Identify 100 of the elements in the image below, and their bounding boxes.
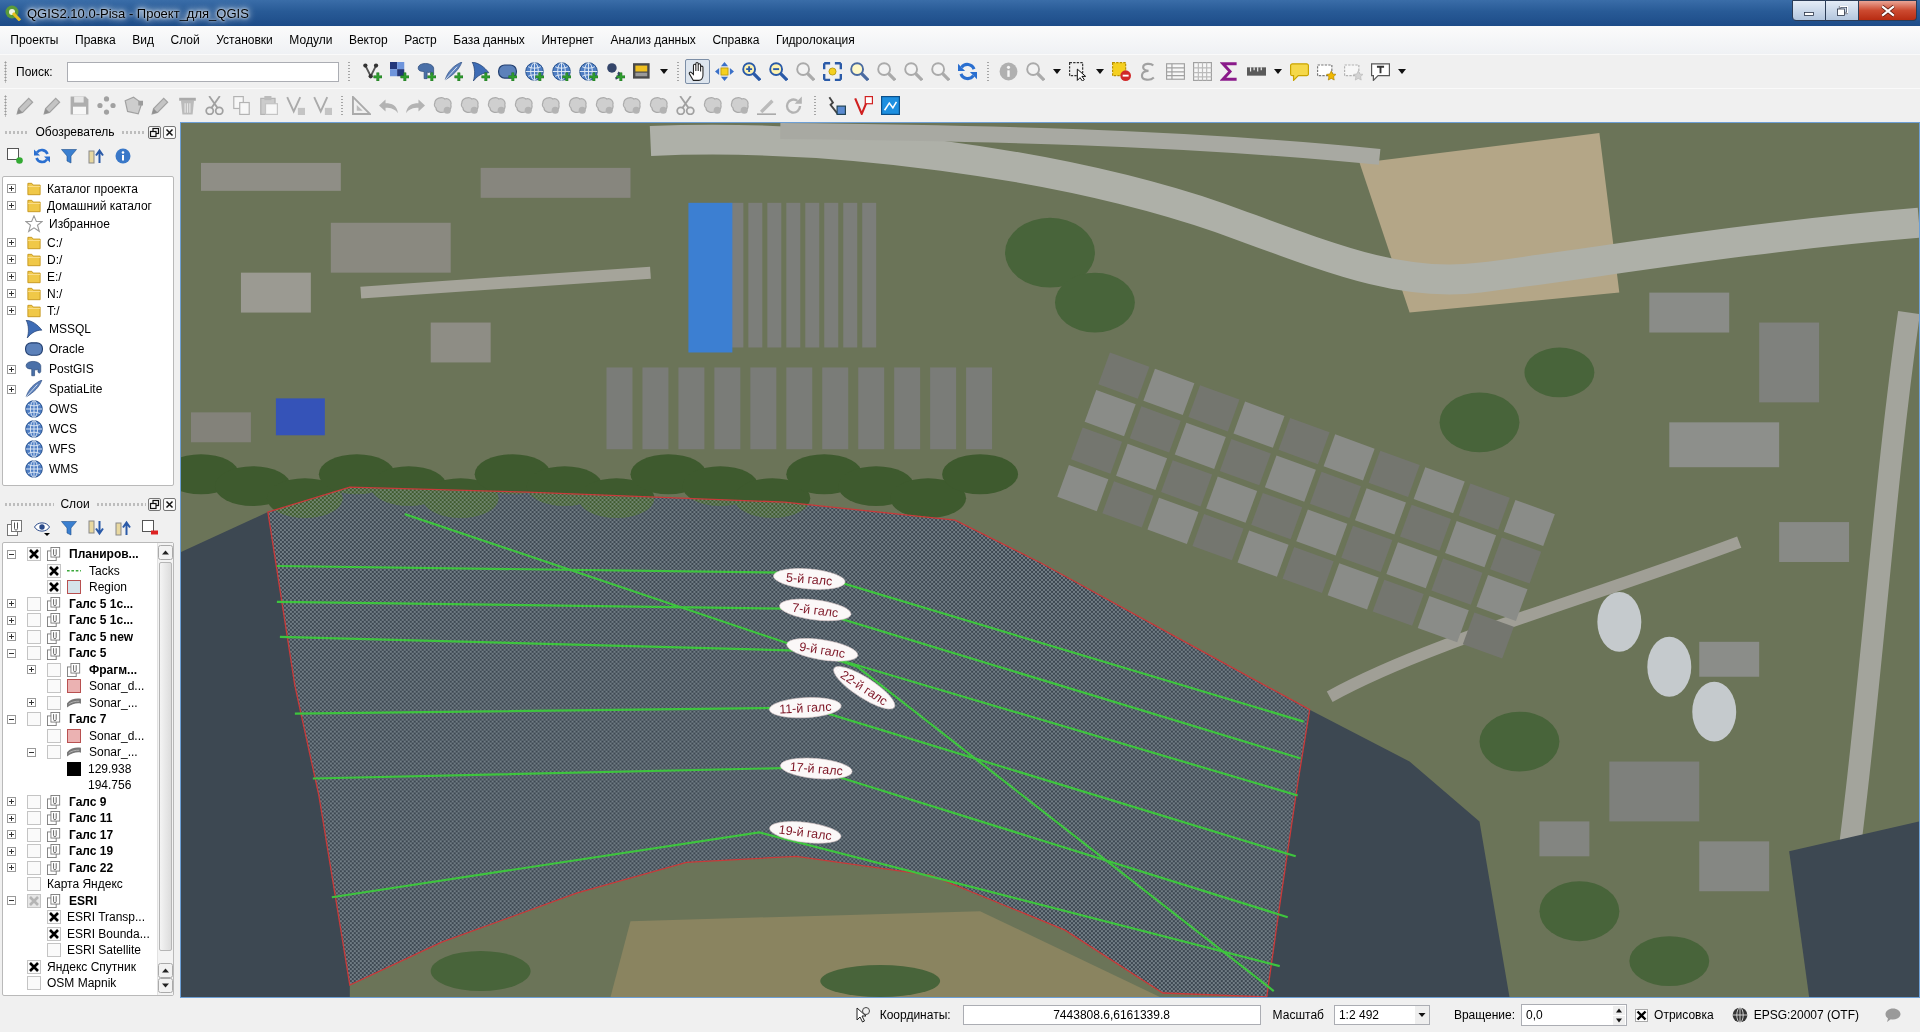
plus-box-icon[interactable] <box>7 846 16 856</box>
layer-name[interactable]: ESRI Transp... <box>67 910 146 925</box>
plus-box-icon[interactable] <box>7 184 16 193</box>
layer-name[interactable]: Sonar_d... <box>89 728 145 743</box>
checkbox[interactable] <box>1635 1008 1649 1022</box>
layer-name[interactable]: ESRI Satellite <box>67 943 142 958</box>
layer-name[interactable]: Sonar_... <box>89 695 138 710</box>
browser-item[interactable]: SpatiaLite <box>49 382 103 396</box>
layer-name[interactable]: Галс 11 <box>69 811 113 826</box>
layer-name[interactable]: Карта Яндекс <box>47 877 123 892</box>
browser-item[interactable]: WCS <box>49 422 77 436</box>
chart-square-icon[interactable] <box>881 96 900 115</box>
checkbox[interactable] <box>27 959 41 974</box>
layer-name[interactable]: Галс 19 <box>69 844 114 859</box>
browser-item[interactable]: MSSQL <box>49 322 91 336</box>
menu-item[interactable]: Интернет <box>533 30 603 50</box>
restore-button[interactable] <box>1826 0 1859 21</box>
checkbox[interactable] <box>27 613 41 628</box>
cursor-icon[interactable] <box>853 1007 870 1023</box>
browser-item[interactable]: Oracle <box>49 342 85 356</box>
checkbox[interactable] <box>47 728 61 743</box>
zigzag-square-icon[interactable] <box>827 96 846 115</box>
plus-box-icon[interactable] <box>7 201 16 210</box>
checkbox-label[interactable]: Отрисовка <box>1654 1008 1714 1022</box>
eye-icon[interactable] <box>34 520 50 536</box>
plus-box-icon[interactable] <box>7 364 16 374</box>
caret-icon[interactable] <box>660 69 668 74</box>
checkbox[interactable] <box>27 646 41 661</box>
menu-item[interactable]: Модули <box>281 30 341 50</box>
minimize-button[interactable] <box>1792 0 1826 21</box>
menu-item[interactable]: База данных <box>445 30 534 50</box>
globe-plus-icon[interactable] <box>552 62 571 81</box>
plus-box-icon[interactable] <box>7 238 16 247</box>
text-bubble-icon[interactable] <box>1371 62 1390 81</box>
globe-plus-icon[interactable] <box>579 62 598 81</box>
caret-icon[interactable] <box>1398 69 1406 74</box>
checkbox[interactable] <box>47 745 61 760</box>
menu-item[interactable]: Анализ данных <box>602 30 705 50</box>
layer-name[interactable]: Sonar_d... <box>89 679 145 694</box>
coordinates-field[interactable]: 7443808.6,6161339.8 <box>962 1005 1261 1025</box>
layer-name[interactable]: Region <box>89 580 128 595</box>
funnel-icon[interactable] <box>61 148 77 164</box>
plus-box-icon[interactable] <box>7 272 16 281</box>
down-arrow-icon[interactable] <box>1613 1016 1626 1025</box>
plus-box-icon[interactable] <box>7 306 16 315</box>
checkbox[interactable] <box>47 943 61 958</box>
checkbox[interactable] <box>27 844 41 859</box>
up-arrow-icon[interactable] <box>1613 1006 1626 1015</box>
funnel-icon[interactable] <box>61 520 77 536</box>
close-icon[interactable] <box>163 125 176 139</box>
checkbox[interactable] <box>47 662 61 677</box>
checkbox[interactable] <box>47 679 61 694</box>
plus-box-icon[interactable] <box>7 615 16 625</box>
plus-box-icon[interactable] <box>27 665 36 675</box>
elephant-plus-icon[interactable] <box>417 62 436 81</box>
checkbox[interactable] <box>27 794 41 809</box>
plus-box-icon[interactable] <box>7 797 16 807</box>
layer-name[interactable]: Яндекс Спутник <box>47 959 136 974</box>
undock-icon[interactable] <box>148 125 161 139</box>
magnifier-icon[interactable] <box>850 62 869 81</box>
add-square-icon[interactable] <box>7 148 23 164</box>
globe-icon[interactable] <box>1731 1007 1748 1023</box>
close-button[interactable] <box>1859 0 1917 21</box>
v-shape-plus-icon[interactable] <box>363 62 382 81</box>
plus-box-icon[interactable] <box>7 599 16 609</box>
feather-plus-icon[interactable] <box>444 62 463 81</box>
menu-item[interactable]: Слой <box>162 30 208 50</box>
menu-item[interactable]: Справка <box>704 30 768 50</box>
scrollbar[interactable] <box>157 543 173 995</box>
checkbox[interactable] <box>27 877 41 892</box>
expand-all-icon[interactable] <box>88 520 104 536</box>
collapse-all-icon[interactable] <box>88 148 104 164</box>
plus-box-icon[interactable] <box>7 632 16 642</box>
browser-item[interactable]: T:/ <box>47 303 60 318</box>
layer-name[interactable]: Галс 5 1с... <box>69 613 134 628</box>
info-icon[interactable] <box>115 148 131 164</box>
comma-plus-icon[interactable] <box>606 62 625 81</box>
minus-box-icon[interactable] <box>27 747 36 757</box>
browser-item[interactable]: WFS <box>49 442 76 456</box>
layer-name[interactable]: Галс 22 <box>69 860 114 875</box>
panel-bars-icon[interactable] <box>633 62 652 81</box>
layer-name[interactable]: Галс 7 <box>69 712 107 727</box>
menu-item[interactable]: Вектор <box>340 30 396 50</box>
checkbox[interactable] <box>27 712 41 727</box>
checkbox[interactable] <box>27 827 41 842</box>
caret-icon[interactable] <box>1274 69 1282 74</box>
layer-name[interactable]: Фрагм... <box>89 662 138 677</box>
menu-item[interactable]: Вид <box>123 30 163 50</box>
layer-name[interactable]: Галс 5 1с... <box>69 596 134 611</box>
checkbox[interactable] <box>27 629 41 644</box>
zoom-out-icon[interactable] <box>769 62 788 81</box>
sail-plus-icon[interactable] <box>471 62 490 81</box>
layer-name[interactable]: ESRI Bounda... <box>67 926 150 941</box>
caret-icon[interactable] <box>1096 69 1104 74</box>
map-canvas[interactable]: 5-й галс 7-й галс 9-й галс 22-й галс 11-й галс 17-й галс 19-й галс <box>180 122 1920 998</box>
checkbox[interactable] <box>47 910 61 925</box>
checkbox[interactable] <box>27 811 41 826</box>
menu-item[interactable]: Проекты <box>2 30 67 50</box>
layer-name[interactable]: Галс 5 <box>69 646 107 661</box>
minus-box-icon[interactable] <box>7 549 16 559</box>
